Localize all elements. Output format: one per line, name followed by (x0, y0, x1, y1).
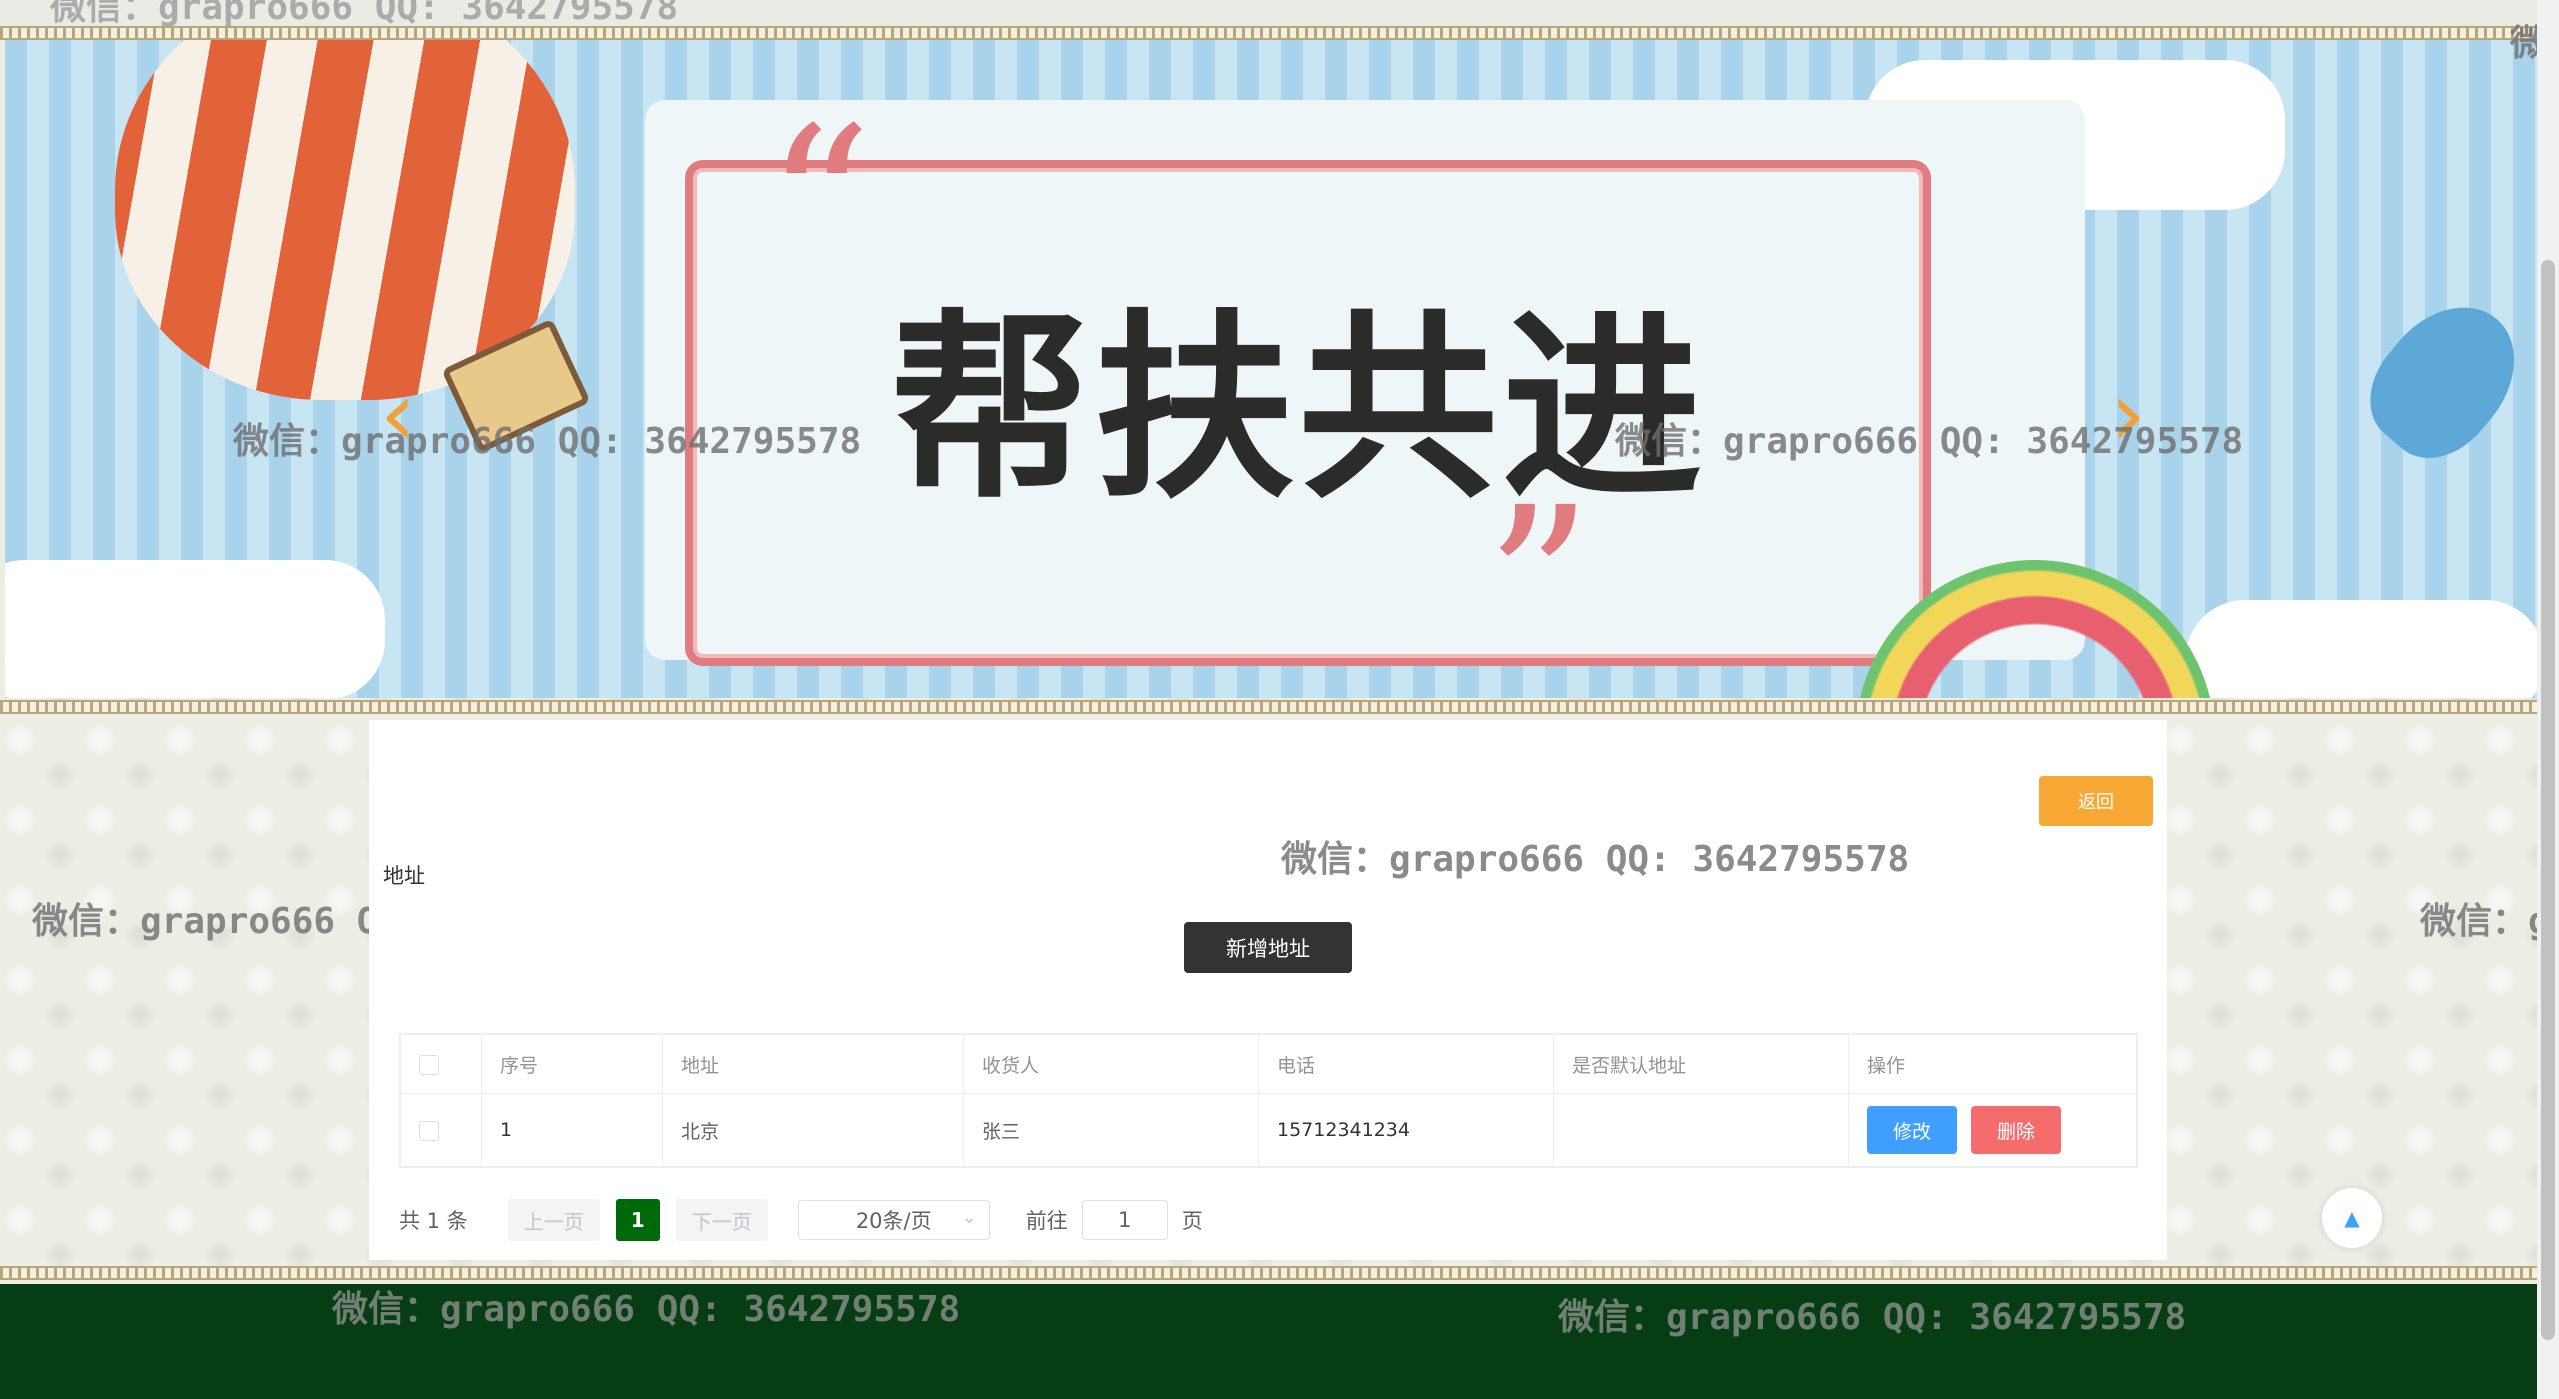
column-header-index: 序号 (481, 1034, 663, 1094)
greek-border-top (0, 26, 2537, 40)
row-checkbox[interactable] (419, 1120, 439, 1141)
footer: 微信：grapro666 QQ: 3642795578 微信：grapro666… (0, 1284, 2537, 1399)
table-header-row: 序号 地址 收货人 电话 是否默认地址 操作 (400, 1034, 2138, 1094)
add-address-button[interactable]: 新增地址 (1184, 922, 1352, 973)
cell-address: 北京 (662, 1093, 964, 1168)
table-row: 1 北京 张三 15712341234 修改 删除 (400, 1093, 2138, 1168)
goto-page-input[interactable] (1081, 1200, 1168, 1240)
row-select-cell (400, 1093, 482, 1168)
address-panel: 返回 微信：grapro666 QQ: 3642795578 地址 新增地址 序… (369, 720, 2167, 1260)
cell-phone: 15712341234 (1258, 1093, 1554, 1168)
watermark-banner-right: 微信：grapro666 QQ: 3642795578 (1615, 421, 2244, 462)
watermark-footer-right: 微信：grapro666 QQ: 3642795578 (1558, 1297, 2187, 1338)
pagination: 共 1 条 上一页 1 下一页 20条/页 ⌄ 前往 页 (399, 1198, 1203, 1242)
goto-prefix: 前往 (1025, 1209, 1068, 1233)
column-header-phone: 电话 (1258, 1034, 1554, 1094)
page-size-select[interactable]: 20条/页 ⌄ (797, 1200, 990, 1240)
column-header-default: 是否默认地址 (1553, 1034, 1849, 1094)
cell-actions: 修改 删除 (1848, 1093, 2138, 1168)
page-scrollbar[interactable] (2537, 0, 2559, 1399)
column-header-receiver: 收货人 (963, 1034, 1259, 1094)
address-table: 序号 地址 收货人 电话 是否默认地址 操作 1 北京 张三 157123412… (399, 1033, 2138, 1168)
banner-cloud (5, 560, 385, 698)
delete-button[interactable]: 删除 (1971, 1106, 2061, 1154)
banner-carousel: “ ” 帮扶共进 ‹ › 微信：grapro666 QQ: 3642795578… (5, 40, 2537, 698)
section-title: 地址 (383, 864, 425, 888)
page-size-value: 20条/页 (855, 1209, 932, 1233)
watermark-side-right: 微信：g (2420, 901, 2550, 942)
scrollbar-thumb[interactable] (2541, 260, 2555, 1340)
column-header-address: 地址 (662, 1034, 964, 1094)
prev-page-button[interactable]: 上一页 (507, 1199, 600, 1241)
cell-index: 1 (481, 1093, 663, 1168)
chevron-down-icon: ⌄ (961, 1207, 977, 1228)
banner-cloud (2185, 600, 2537, 698)
watermark-banner-left: 微信：grapro666 QQ: 3642795578 (233, 421, 862, 462)
cell-default (1553, 1093, 1849, 1168)
next-page-button[interactable]: 下一页 (675, 1199, 768, 1241)
watermark-footer-left: 微信：grapro666 QQ: 3642795578 (332, 1289, 961, 1330)
cell-receiver: 张三 (963, 1093, 1259, 1168)
back-button[interactable]: 返回 (2039, 776, 2153, 826)
banner-title: 帮扶共进 (890, 293, 1707, 526)
select-all-cell (400, 1034, 482, 1094)
select-all-checkbox[interactable] (419, 1054, 439, 1075)
greek-border-banner-bottom (0, 700, 2537, 714)
chevron-up-icon: ▲ (2344, 1206, 2360, 1230)
watermark-content: 微信：grapro666 QQ: 3642795578 (1281, 839, 1910, 880)
pagination-total: 共 1 条 (399, 1209, 468, 1233)
page-number-button[interactable]: 1 (615, 1199, 660, 1241)
open-quote-mark: “ (765, 82, 873, 327)
edit-button[interactable]: 修改 (1867, 1106, 1957, 1154)
goto-suffix: 页 (1181, 1209, 1203, 1233)
greek-border-footer (0, 1266, 2537, 1280)
back-to-top-button[interactable]: ▲ (2322, 1188, 2382, 1248)
column-header-actions: 操作 (1848, 1034, 2138, 1094)
lightbulb-image (2347, 280, 2537, 480)
